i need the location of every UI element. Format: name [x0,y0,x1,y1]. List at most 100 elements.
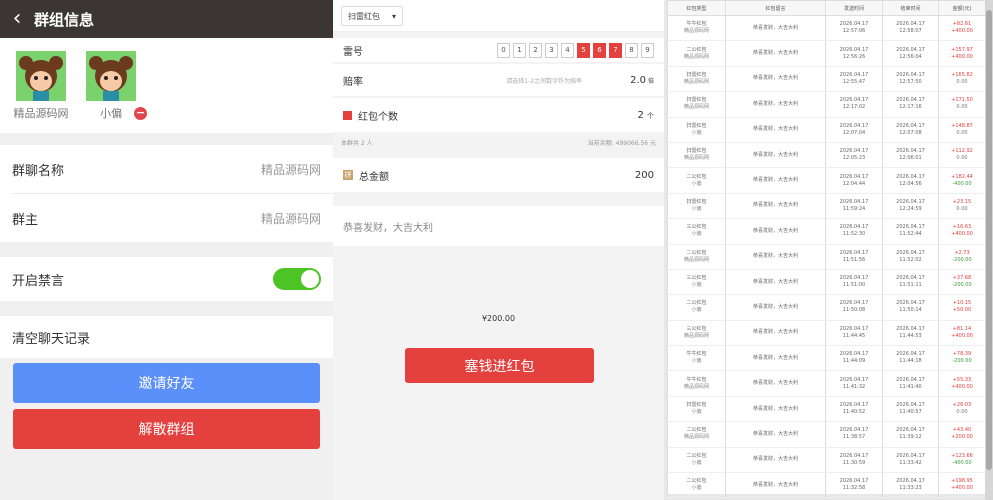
end-time: 12:06:01 [899,155,922,162]
sender-name: 小偏 [691,282,702,289]
records-body: 牛牛红包 精品源码网 恭喜发财，大吉大利 2026.04.17 12:57:06 2026… [667,15,986,499]
end-date: 2026.04.17 [896,224,925,231]
back-icon[interactable]: ‹ [0,0,34,38]
member-item[interactable]: 精品源码网 [6,51,76,121]
mine-number-option[interactable]: 7 [609,42,622,58]
sender-name: 小偏 [691,231,702,238]
end-time: 11:52:44 [899,231,922,238]
packet-type: 牛牛红包 [686,376,707,383]
amount-cell: +37.68 -200.00 [938,269,986,296]
clear-history-row[interactable]: 清空聊天记录 [0,316,333,358]
scrollbar-thumb[interactable] [986,10,992,470]
packet-message: 恭喜发财，大吉大利 [725,193,826,220]
member-item[interactable]: 小偏 − [76,51,147,121]
table-row: 扫雷红包 小偏 恭喜发财，大吉大利 2026.04.17 11:59:24 2026.04… [667,193,986,220]
end-date: 2026.04.17 [896,249,925,256]
send-time-cell: 2026.04.17 11:51:56 [825,244,883,270]
red-envelope-icon [343,110,352,120]
column-header: 金额(元) [938,0,986,16]
packet-type-cell: 二公红包 小偏 [667,294,726,321]
toggle-knob [301,270,319,288]
group-owner-row[interactable]: 群主 精品源码网 [0,194,333,242]
send-time: 12:05:23 [842,155,866,162]
settle-amount: 0.00 [956,104,968,111]
amount-cell: +23.15 0.00 [938,193,986,220]
send-time: 11:44:09 [842,358,866,365]
packet-type-cell: 扫雷红包 精品源码网 [667,142,726,169]
mine-number-option[interactable]: 2 [529,42,542,58]
end-time-cell: 2026.04.17 12:07:08 [882,117,939,143]
packet-count-input[interactable]: 2 [637,110,643,121]
greeting-input[interactable]: 恭喜发财，大吉大利 [333,206,664,246]
table-row: 二公红包 小偏 恭喜发财，大吉大利 2026.04.17 11:32:58 2026.04… [667,472,986,499]
group-info-header: ‹ 群组信息 [0,0,333,38]
end-time-cell: 2026.04.17 12:56:04 [882,40,939,67]
grab-amount: +26.03 [952,402,972,409]
remove-member-icon[interactable]: − [134,107,147,120]
end-time: 11:33:42 [899,459,922,466]
packet-message: 恭喜发财，大吉大利 [725,320,826,347]
mine-label: 雷号 [343,46,363,58]
group-name-row[interactable]: 群聊名称 精品源码网 [0,145,333,193]
settle-amount: 0.00 [956,205,968,212]
end-time: 11:50:14 [899,307,922,314]
mine-number-option[interactable]: 0 [497,42,510,58]
end-time: 12:24:59 [899,205,922,212]
table-row: 二公红包 小偏 恭喜发财，大吉大利 2026.04.17 12:04:44 2026.04… [667,167,986,194]
packet-records-panel: 红包类型 红包留言 发送时间 结束时间 金额(元) 牛牛红包 精品源码网 恭喜发财，… [664,0,993,500]
packet-message: 恭喜发财，大吉大利 [725,167,826,194]
send-time-cell: 2026.04.17 11:51:00 [825,269,883,296]
total-amount-input[interactable]: 200 [635,170,654,181]
end-date: 2026.04.17 [896,71,925,78]
packet-type-cell: 牛牛红包 精品源码网 [667,15,726,42]
sender-name: 精品源码网 [683,28,709,35]
sender-name: 小偏 [691,205,702,212]
packet-message: 恭喜发财，大吉大利 [725,218,826,245]
odds-input[interactable]: 2.0 [630,75,646,86]
packet-type: 扫雷红包 [686,148,707,155]
mine-number-option[interactable]: 6 [593,42,606,58]
mine-number-option[interactable]: 3 [545,42,558,58]
send-time: 11:51:00 [842,282,866,289]
mine-number-option[interactable]: 9 [641,42,654,58]
mine-number-picker: 0123456789 [494,42,654,58]
packet-message: 恭喜发财，大吉大利 [725,142,826,169]
amount-cell: +26.03 0.00 [938,396,986,423]
packet-type-cell: 牛牛红包 精品源码网 [667,370,726,397]
mine-number-option[interactable]: 8 [625,42,638,58]
packet-type-select[interactable]: 扫雷红包 ▾ [341,6,403,26]
send-time: 11:44:45 [842,332,866,339]
settle-amount: 0.00 [956,409,968,416]
scrollbar[interactable] [985,0,993,500]
settle-amount: +400.00 [951,383,973,390]
send-time-cell: 2026.04.17 11:44:09 [825,345,883,372]
send-time-cell: 2026.04.17 11:32:58 [825,472,883,499]
packet-type: 二公红包 [686,427,707,434]
mine-number-option[interactable]: 4 [561,42,574,58]
settle-amount: +400.00 [951,231,973,238]
send-time: 11:52:30 [842,231,866,238]
end-time-cell: 2026.04.17 12:57:50 [882,66,939,93]
settle-amount: +400.00 [951,28,973,35]
mute-toggle[interactable] [273,268,321,290]
amount-cell: +10.15 +50.00 [938,294,986,321]
send-time-cell: 2026.04.17 11:41:32 [825,370,883,397]
balance-text: 当前余额: 499066.56 元 [587,140,656,147]
submit-packet-button[interactable]: 塞钱进红包 [405,348,594,383]
odds-row: 赔率 请选择1-2之间数字作为赔率 2.0 倍 [333,64,664,96]
table-row: 牛牛红包 精品源码网 恭喜发财，大吉大利 2026.04.17 11:41:32 2026… [667,370,986,397]
packet-type: 二公红包 [686,478,707,485]
send-time-cell: 2026.04.17 11:40:52 [825,396,883,423]
group-settings-card: 群聊名称 精品源码网 群主 精品源码网 [0,145,333,242]
mine-number-option[interactable]: 5 [577,42,590,58]
invite-friends-button[interactable]: 邀请好友 [13,363,320,403]
packet-message: 恭喜发财，大吉大利 [725,447,826,474]
sender-name: 精品源码网 [683,78,709,85]
packet-type-cell: 二公红包 小偏 [667,447,726,474]
end-time: 12:17:16 [899,104,922,111]
mine-number-option[interactable]: 1 [513,42,526,58]
send-time-cell: 2026.04.17 11:50:08 [825,294,883,321]
dissolve-group-button[interactable]: 解散群组 [13,409,320,449]
grab-amount: +10.15 [952,300,972,307]
end-date: 2026.04.17 [896,46,925,53]
